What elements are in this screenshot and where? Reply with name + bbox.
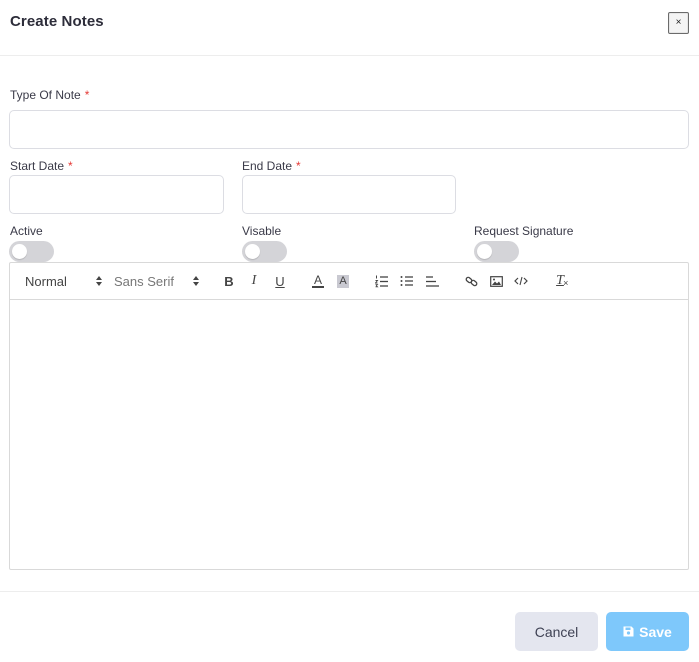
cancel-button-label: Cancel <box>534 623 579 640</box>
bullet-list-button[interactable] <box>397 272 417 290</box>
footer-divider <box>0 591 699 592</box>
picker-arrows-icon <box>193 276 199 286</box>
underline-button[interactable]: U <box>270 272 290 290</box>
modal-title: Create Notes <box>10 13 104 30</box>
code-button[interactable] <box>511 272 531 290</box>
close-button[interactable]: × <box>668 12 689 34</box>
clear-format-icon: T × <box>556 273 569 288</box>
font-picker[interactable]: Sans Serif <box>114 272 204 290</box>
text-color-icon: A <box>311 273 324 288</box>
close-icon: × <box>675 17 682 28</box>
background-color-button[interactable]: A <box>333 272 353 290</box>
type-of-note-input[interactable] <box>9 110 689 149</box>
save-icon <box>623 626 634 637</box>
link-icon <box>465 276 477 286</box>
cancel-button[interactable]: Cancel <box>515 612 598 651</box>
request-signature-label: Request Signature <box>474 224 574 238</box>
bullet-list-icon <box>400 276 413 286</box>
save-button[interactable]: Save <box>606 612 689 651</box>
italic-button[interactable]: I <box>244 272 264 290</box>
request-signature-toggle[interactable] <box>474 241 519 262</box>
rich-text-editor: Normal Sans Serif B I U A A T × <box>9 262 689 570</box>
picker-arrows-icon <box>96 276 102 286</box>
toggle-knob <box>12 244 27 259</box>
align-left-icon <box>426 275 439 287</box>
underline-icon: U <box>275 273 285 289</box>
ordered-list-icon <box>375 275 388 287</box>
start-date-input[interactable] <box>9 175 224 214</box>
bold-button[interactable]: B <box>219 272 239 290</box>
create-notes-modal: Create Notes × Type Of Note * Start Date *… <box>0 0 699 662</box>
image-button[interactable] <box>486 272 506 290</box>
visable-label: Visable <box>242 224 282 238</box>
code-icon <box>514 276 528 286</box>
background-color-icon: A <box>337 274 349 288</box>
italic-icon: I <box>251 273 257 288</box>
end-date-input[interactable] <box>242 175 456 214</box>
required-mark: * <box>84 88 90 102</box>
image-icon <box>489 275 503 287</box>
active-label: Active <box>10 224 43 238</box>
visable-toggle[interactable] <box>242 241 287 262</box>
toggle-knob <box>245 244 260 259</box>
save-button-label: Save <box>639 623 672 640</box>
bold-icon: B <box>224 273 234 289</box>
link-button[interactable] <box>461 272 481 290</box>
font-picker-label: Sans Serif <box>114 273 174 289</box>
end-date-label: End Date * <box>242 159 301 173</box>
toggle-knob <box>477 244 492 259</box>
text-color-button[interactable]: A <box>308 272 328 290</box>
header-picker[interactable]: Normal <box>25 272 105 290</box>
header-picker-label: Normal <box>25 273 67 289</box>
clear-format-button[interactable]: T × <box>550 272 570 290</box>
ordered-list-button[interactable] <box>372 272 392 290</box>
type-of-note-label: Type Of Note * <box>10 88 90 102</box>
required-mark: * <box>296 159 301 173</box>
required-mark: * <box>68 159 73 173</box>
active-toggle[interactable] <box>9 241 54 262</box>
editor-toolbar: Normal Sans Serif B I U A A T × <box>10 263 688 300</box>
align-button[interactable] <box>422 272 442 290</box>
start-date-label: Start Date * <box>10 159 73 173</box>
modal-header: Create Notes × <box>0 0 699 56</box>
editor-content-area[interactable] <box>10 300 688 569</box>
